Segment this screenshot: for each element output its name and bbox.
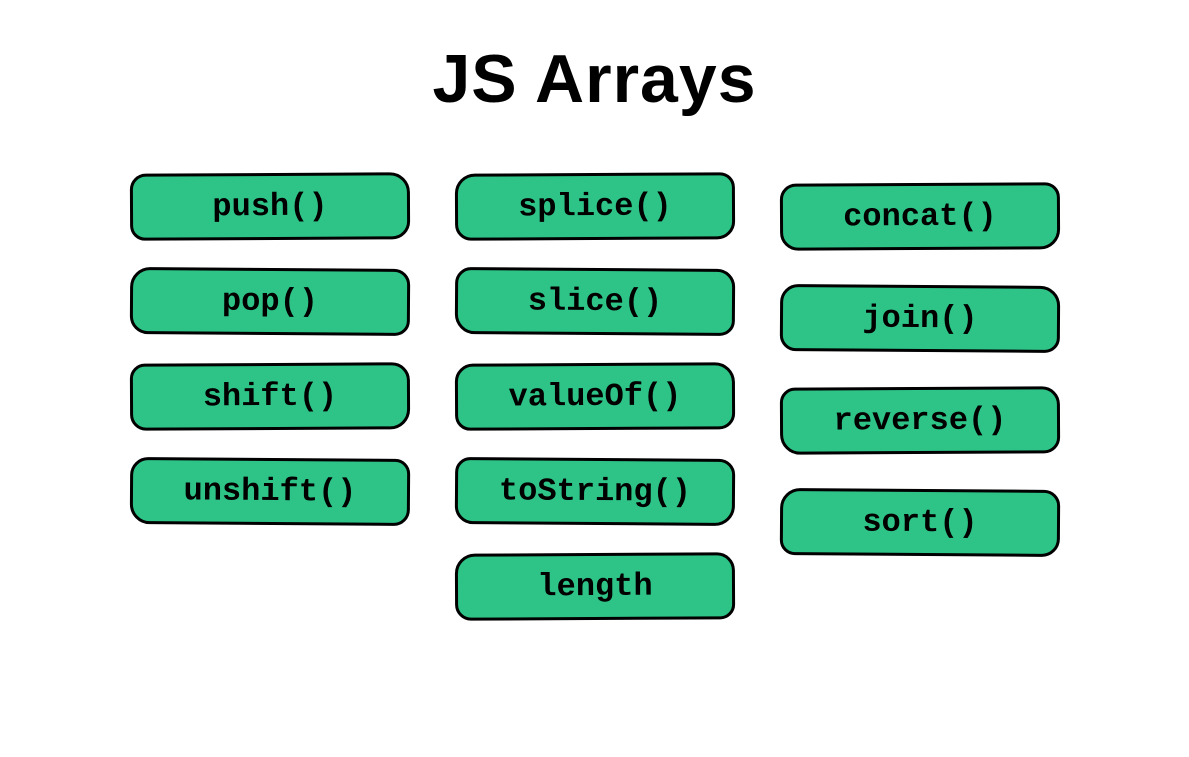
method-valueof: valueOf() [454, 362, 734, 430]
method-join: join() [779, 284, 1059, 353]
method-tostring: toString() [454, 457, 734, 526]
column-1: push() pop() shift() unshift() [130, 173, 410, 620]
method-length: length [454, 552, 734, 620]
methods-columns: push() pop() shift() unshift() splice() … [130, 173, 1060, 620]
method-unshift: unshift() [129, 457, 409, 526]
column-2: splice() slice() valueOf() toString() le… [455, 173, 735, 620]
method-shift: shift() [129, 362, 409, 430]
method-push: push() [129, 172, 409, 240]
method-slice: slice() [454, 267, 734, 336]
method-reverse: reverse() [779, 386, 1059, 454]
method-pop: pop() [129, 267, 409, 336]
method-concat: concat() [779, 182, 1059, 250]
diagram-title: JS Arrays [432, 40, 756, 118]
column-3: concat() join() reverse() sort() [780, 183, 1060, 620]
method-splice: splice() [454, 172, 734, 240]
method-sort: sort() [779, 488, 1059, 557]
